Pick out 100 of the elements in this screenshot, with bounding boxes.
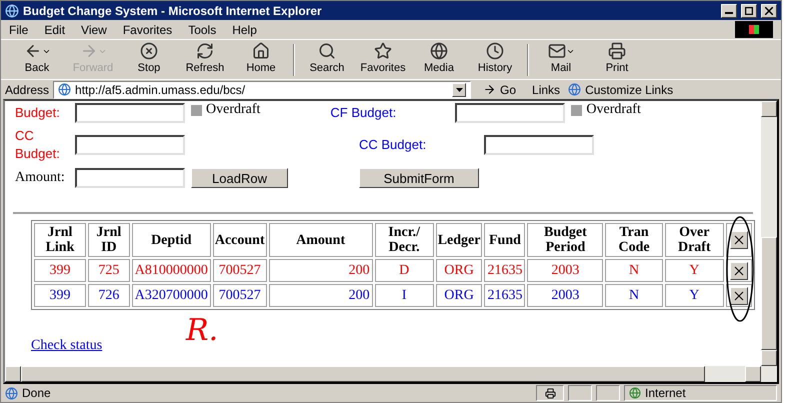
page-icon: [568, 83, 582, 96]
menu-item[interactable]: Edit: [44, 20, 66, 38]
horizontal-scrollbar[interactable]: [5, 366, 761, 382]
windows-logo-icon: [735, 21, 773, 38]
browser-logo-icon: [5, 4, 19, 18]
globe-icon: [430, 42, 448, 60]
toolbar-button[interactable]: Search: [299, 42, 355, 77]
table-cell: 700527: [212, 259, 267, 282]
toolbar-button[interactable]: Mail: [533, 42, 589, 77]
menu-item[interactable]: Help: [232, 20, 257, 38]
toolbar-button[interactable]: Media: [411, 42, 467, 77]
load-row-button[interactable]: LoadRow: [191, 168, 288, 188]
input-field[interactable]: [75, 103, 185, 123]
cc-budget-label: CC Budget:: [15, 127, 61, 163]
table-cell: A320700000: [132, 284, 211, 307]
toolbar-button[interactable]: Print: [589, 42, 645, 77]
column-header: Over Draft: [664, 223, 724, 257]
window-title: Budget Change System - Microsoft Internet Explorer: [23, 2, 323, 20]
budget-label: Budget:: [15, 104, 61, 122]
arrow-right-icon: [483, 83, 496, 96]
address-field[interactable]: http://af5.admin.umass.edu/bcs/: [53, 80, 472, 98]
table-cell: 200: [268, 284, 373, 307]
links-label[interactable]: Links: [532, 80, 560, 98]
menu-item[interactable]: File: [9, 20, 28, 38]
table-cell: A810000000: [132, 259, 211, 282]
vertical-scrollbar[interactable]: [761, 101, 777, 382]
table-cell: Y: [664, 259, 724, 282]
page-icon: [5, 386, 18, 400]
status-text: Done: [22, 385, 52, 402]
submit-form-button[interactable]: SubmitForm: [359, 168, 479, 188]
toolbar-button[interactable]: Stop: [121, 42, 177, 77]
printer-icon: [608, 42, 626, 60]
column-header: Tran Code: [605, 223, 663, 257]
table-cell: 200: [268, 259, 373, 282]
close-icon: [734, 235, 744, 245]
delete-button[interactable]: [730, 262, 748, 280]
close-icon: [734, 290, 744, 300]
input-field[interactable]: [75, 168, 185, 188]
cf-budget-label: CF Budget:: [330, 104, 398, 122]
clock-icon: [486, 42, 504, 60]
address-label: Address: [5, 82, 50, 98]
go-button[interactable]: Go: [475, 80, 524, 98]
column-header: Jrnl ID: [88, 223, 130, 257]
column-header: Jrnl Link: [34, 223, 86, 257]
checkbox-label: Overdraft: [586, 103, 641, 117]
table-cell: I: [374, 284, 434, 307]
globe-icon: [629, 387, 641, 399]
table-cell: 725: [88, 259, 130, 282]
delete-button[interactable]: [730, 231, 748, 249]
table-cell: 2003: [527, 284, 604, 307]
search-icon: [318, 42, 336, 60]
table-cell: 399: [34, 284, 86, 307]
table-cell: Y: [664, 284, 724, 307]
envelope-icon: [548, 42, 566, 60]
handwritten-note: R.: [186, 312, 218, 350]
page-icon: [58, 83, 72, 96]
column-header: Account: [212, 223, 267, 257]
menu-item[interactable]: View: [81, 20, 107, 38]
maximize-icon: [745, 6, 753, 14]
toolbar-button[interactable]: Favorites: [355, 42, 411, 77]
column-header: Deptid: [132, 223, 211, 257]
house-icon: [252, 42, 270, 60]
amount-label: Amount:: [15, 169, 66, 187]
table-cell: 700527: [212, 284, 267, 307]
close-button[interactable]: [761, 4, 777, 18]
table-cell: 21635: [484, 284, 526, 307]
close-icon: [734, 266, 744, 276]
checkbox-label: Overdraft: [206, 103, 260, 117]
minimize-button[interactable]: [721, 4, 737, 18]
table-cell: D: [374, 259, 434, 282]
refresh-icon: [196, 42, 214, 60]
table-cell: 2003: [527, 259, 604, 282]
table-cell: N: [605, 284, 663, 307]
menu-item[interactable]: Favorites: [122, 20, 172, 38]
delete-button[interactable]: [730, 286, 748, 304]
column-header: Ledger: [436, 223, 482, 257]
customize-links-link[interactable]: Customize Links: [568, 80, 674, 98]
toolbar-button[interactable]: Home: [233, 42, 289, 77]
toolbar-button[interactable]: Back: [9, 42, 65, 77]
input-field[interactable]: [455, 103, 566, 123]
stop-icon: [140, 42, 158, 60]
minimize-icon: [725, 12, 733, 14]
column-header: Amount: [268, 223, 373, 257]
maximize-button[interactable]: [741, 4, 757, 18]
menu-item[interactable]: Tools: [188, 20, 216, 38]
column-header: Incr./ Decr.: [374, 223, 434, 257]
table-cell: 21635: [484, 259, 526, 282]
column-header: Fund: [484, 223, 526, 257]
checkbox[interactable]: [191, 104, 202, 116]
toolbar-button[interactable]: History: [467, 42, 523, 77]
input-field[interactable]: [75, 135, 185, 155]
table-cell: N: [605, 259, 663, 282]
toolbar-button[interactable]: Refresh: [177, 42, 233, 77]
dropdown-button[interactable]: [452, 82, 466, 96]
caret-icon: [456, 88, 463, 92]
zone-label: Internet: [645, 385, 686, 402]
close-icon: [765, 6, 773, 14]
star-icon: [374, 42, 392, 60]
checkbox[interactable]: [571, 104, 582, 116]
input-field[interactable]: [484, 135, 594, 155]
